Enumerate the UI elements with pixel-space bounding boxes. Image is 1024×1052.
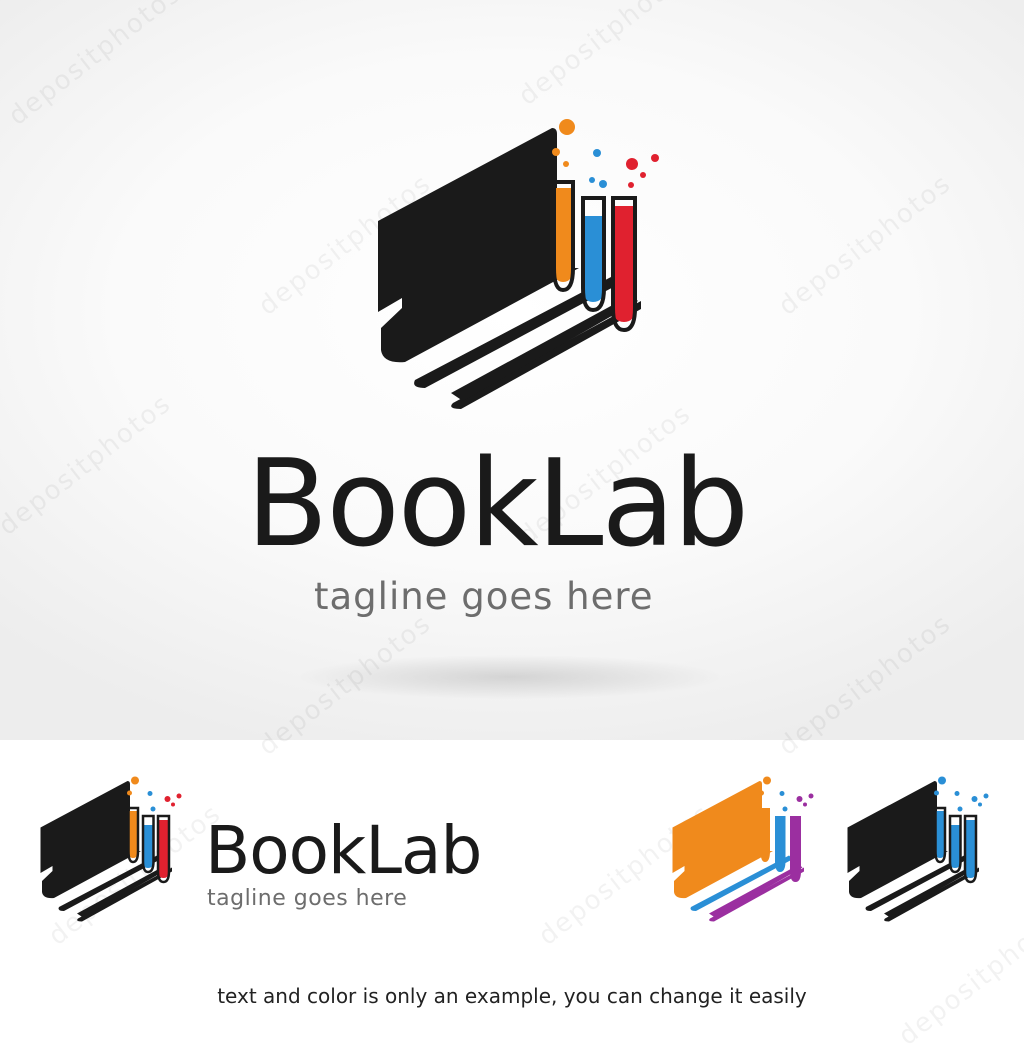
logo-drop-shadow: [300, 655, 720, 699]
book-lab-logo-small-icon: [40, 776, 182, 922]
brand-name-part1: Book: [246, 435, 539, 574]
book-lab-logo-blue-variant-icon: [847, 776, 989, 922]
brand-name-small-part1: Book: [205, 812, 366, 889]
book-lab-logo-orange-variant-icon: [672, 776, 814, 922]
tagline-small: tagline goes here: [207, 886, 408, 911]
brand-name-small-part2: Lab: [365, 812, 482, 889]
brand-name: BookLab: [246, 445, 749, 565]
tagline: tagline goes here: [314, 575, 654, 618]
book-lab-logo-icon: [378, 119, 659, 409]
brand-name-part2: Lab: [536, 435, 750, 574]
brand-name-small: BookLab: [205, 818, 482, 884]
footer-note: text and color is only an example, you c…: [217, 984, 807, 1008]
